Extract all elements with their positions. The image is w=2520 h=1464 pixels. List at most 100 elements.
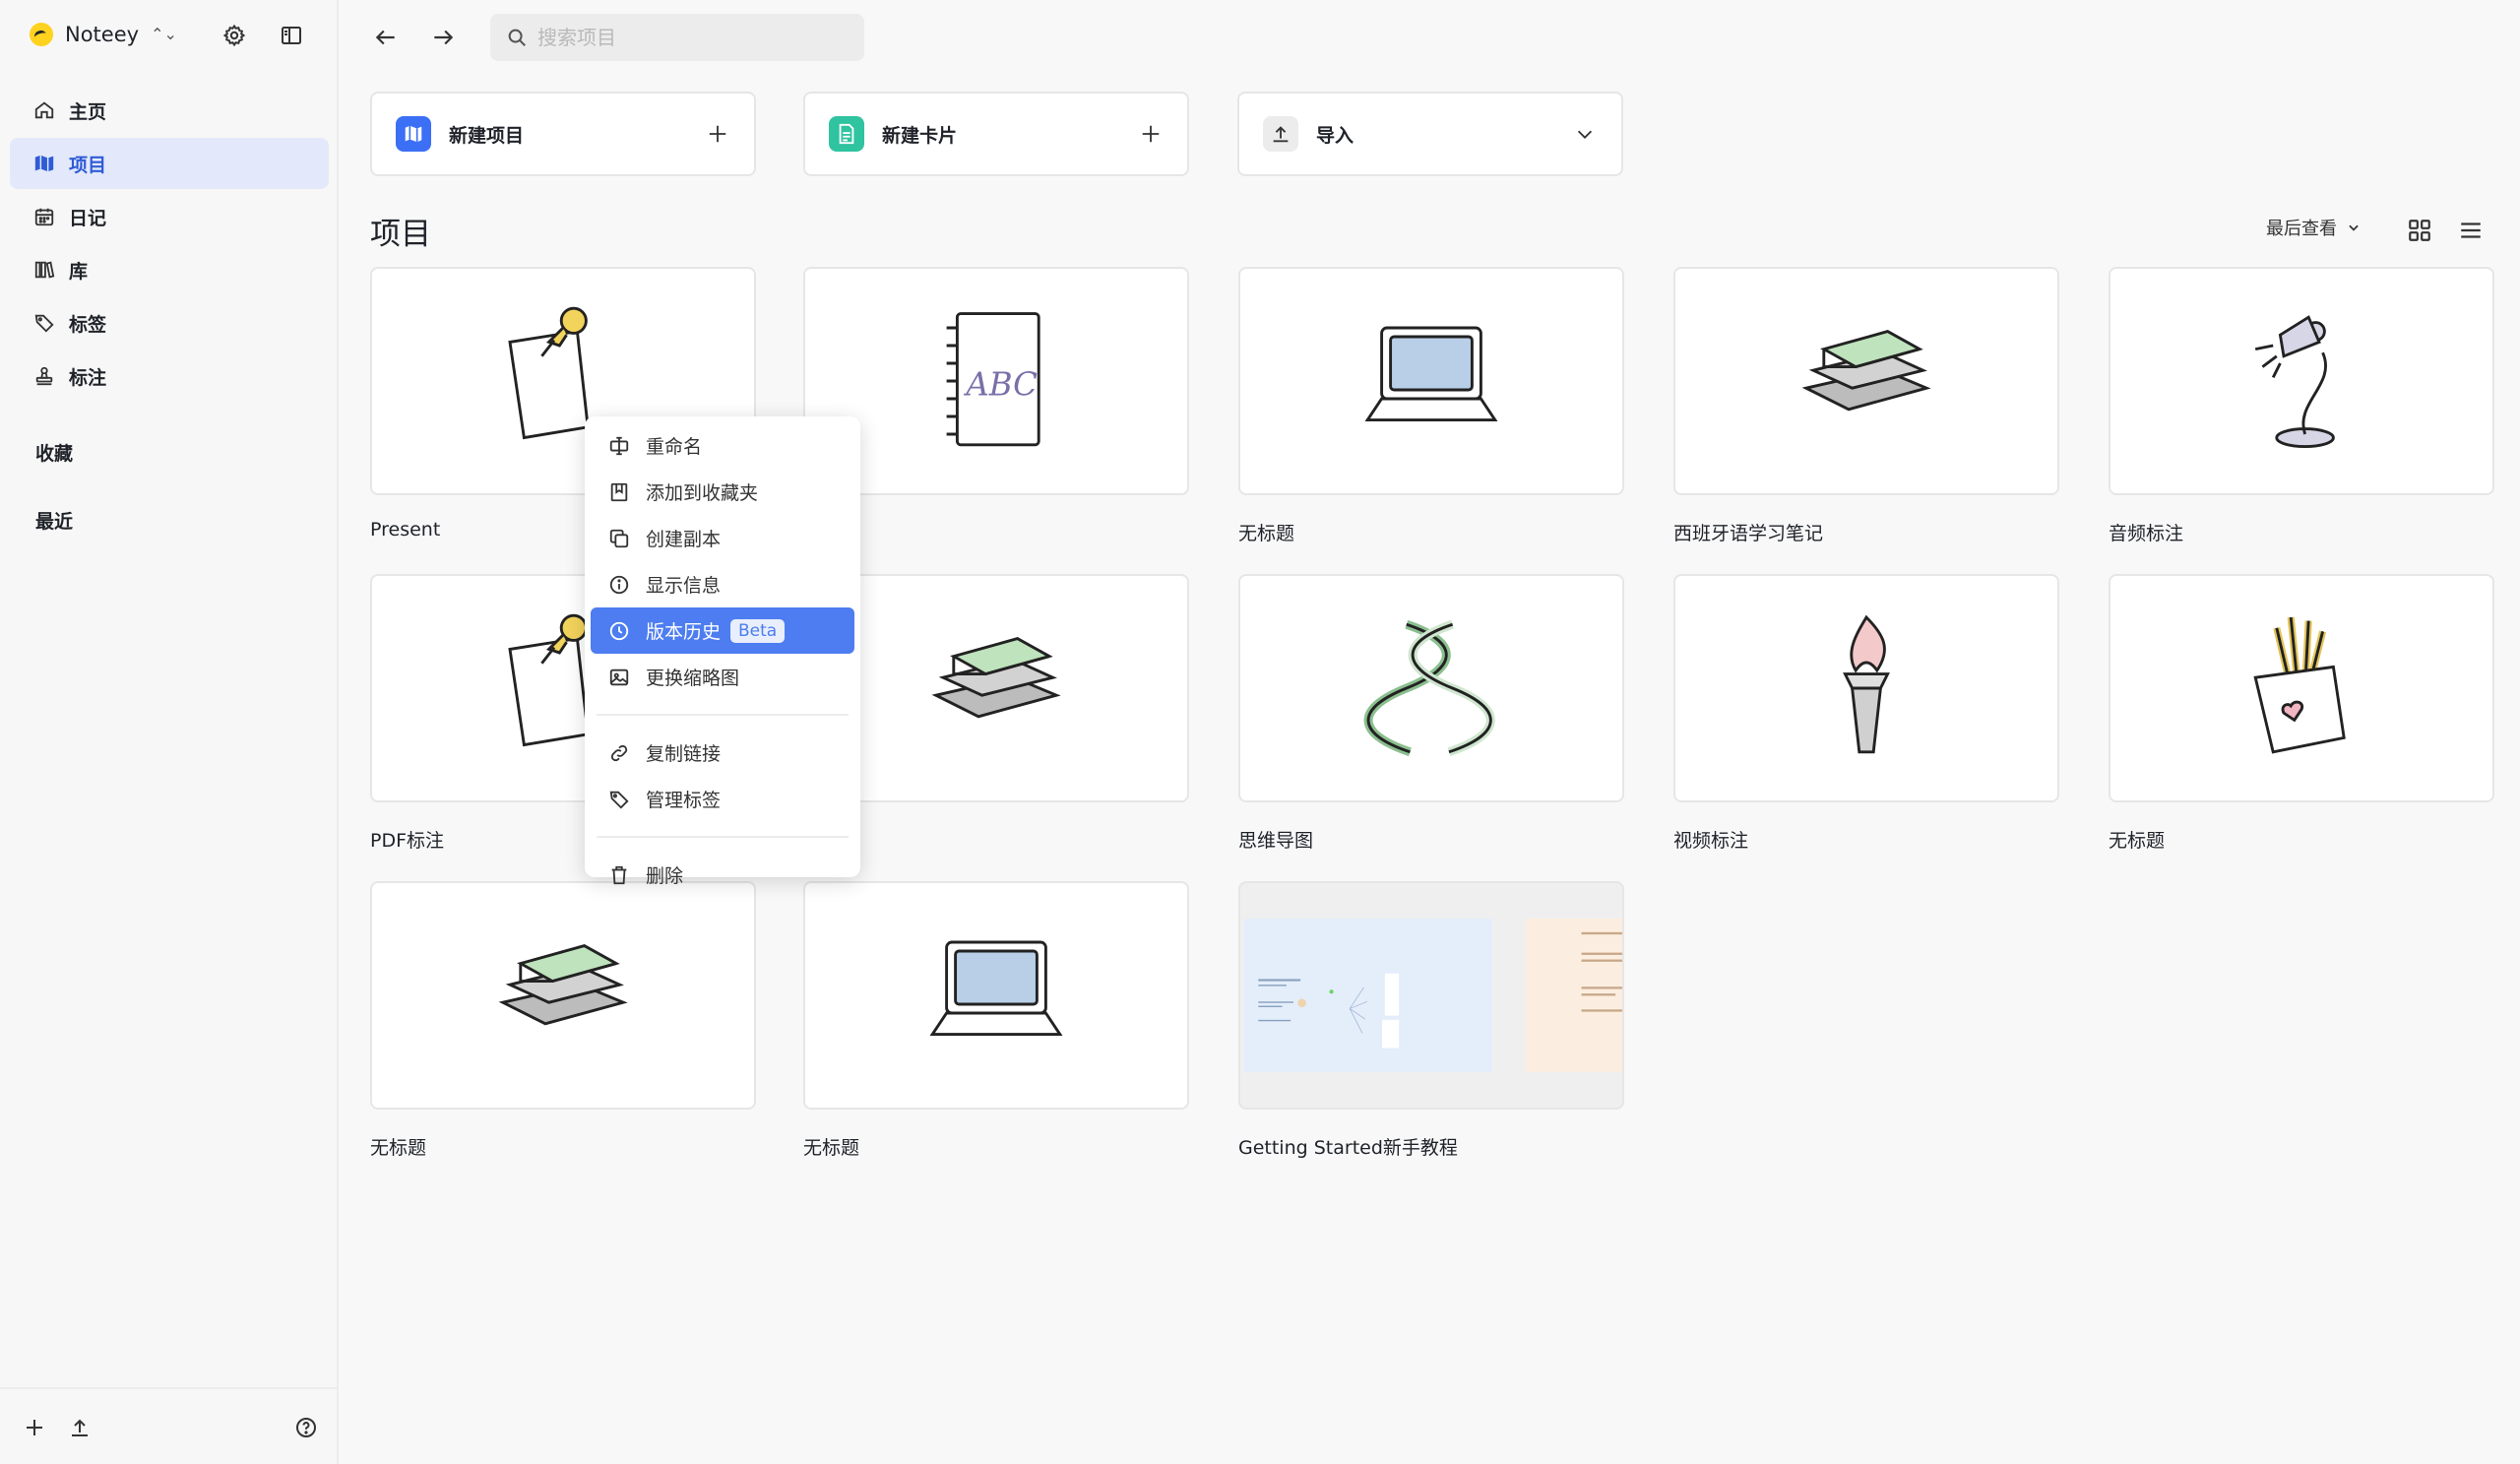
new-project-button[interactable]: 新建项目 (370, 92, 756, 176)
project-card[interactable]: 无标题 (1238, 267, 1624, 545)
menu-item-duplicate[interactable]: 创建副本 (591, 515, 854, 561)
workspace-switcher[interactable]: Noteey ⌃⌄ (30, 18, 177, 51)
menu-item-add-to-favorites[interactable]: 添加到收藏夹 (591, 469, 854, 515)
chevron-down-icon (2349, 224, 2359, 231)
project-card[interactable]: 思维导图 (1238, 574, 1624, 853)
arrow-left-icon (375, 30, 395, 45)
forward-button[interactable] (425, 20, 461, 55)
add-button[interactable] (20, 1413, 49, 1442)
grid-icon (2409, 220, 2430, 241)
project-thumbnail[interactable] (370, 881, 756, 1110)
list-view-button[interactable] (2455, 215, 2487, 246)
menu-item-label: 版本历史 (646, 621, 722, 643)
canvas-preview-left (1244, 919, 1492, 1072)
menu-item-label: 删除 (646, 865, 684, 887)
settings-button[interactable] (219, 20, 250, 51)
project-thumbnail[interactable] (1673, 267, 2059, 495)
menu-item-copy-link[interactable]: 复制链接 (591, 730, 854, 776)
project-thumbnail[interactable] (2109, 574, 2494, 802)
beta-badge: Beta (730, 618, 786, 643)
menu-item-version-history[interactable]: 版本历史 Beta (591, 607, 854, 654)
project-thumbnail[interactable]: ABC (803, 267, 1189, 495)
menu-item-manage-tags[interactable]: 管理标签 (591, 776, 854, 822)
menu-divider (597, 714, 849, 716)
sidebar-item-projects[interactable]: 项目 (10, 138, 329, 189)
project-thumbnail[interactable] (1673, 574, 2059, 802)
canvas-preview-right (1526, 919, 1622, 1072)
menu-item-change-thumbnail[interactable]: 更换缩略图 (591, 654, 854, 700)
project-card[interactable]: Getting Started新手教程 (1238, 881, 1624, 1160)
books-icon (931, 637, 1061, 719)
noteey-logo-icon (30, 23, 53, 46)
plus-icon (27, 1420, 42, 1435)
sidebar-item-home[interactable]: 主页 (10, 85, 329, 136)
library-icon (34, 261, 55, 279)
project-thumbnail[interactable] (1238, 574, 1624, 802)
plus-icon (705, 121, 730, 147)
project-card[interactable]: 无标题 (2109, 574, 2494, 853)
home-icon (34, 101, 54, 119)
project-card[interactable] (803, 574, 1189, 826)
menu-item-label: 更换缩略图 (646, 668, 740, 689)
menu-item-rename[interactable]: 重命名 (591, 422, 854, 469)
chevron-down-icon (1572, 121, 1598, 147)
sidebar: Noteey ⌃⌄ 主页 项目 日记 库 标签 标注 收藏 最近 (0, 0, 339, 1464)
sort-label: 最后查看 (2266, 219, 2337, 239)
sort-dropdown[interactable]: 最后查看 (2266, 215, 2361, 240)
back-button[interactable] (368, 20, 404, 55)
menu-item-show-info[interactable]: 显示信息 (591, 561, 854, 607)
project-name: 西班牙语学习笔记 (1673, 523, 1824, 544)
project-name: 无标题 (1238, 523, 1295, 544)
sidebar-item-journal[interactable]: 日记 (10, 191, 329, 242)
sidebar-item-tags[interactable]: 标签 (10, 297, 329, 349)
link-icon (610, 744, 628, 761)
help-button[interactable] (291, 1413, 321, 1442)
project-thumbnail[interactable] (1238, 881, 1624, 1110)
sidebar-item-library[interactable]: 库 (10, 244, 329, 295)
abc-notebook-icon: ABC (946, 312, 1040, 447)
project-card[interactable]: 西班牙语学习笔记 (1673, 267, 2059, 545)
search-input[interactable] (537, 26, 852, 49)
new-project-icon (396, 116, 431, 152)
project-name: 无标题 (370, 1137, 427, 1159)
favorites-section-label[interactable]: 收藏 (35, 439, 73, 466)
project-thumbnail[interactable] (803, 574, 1189, 802)
project-thumbnail[interactable] (1238, 267, 1624, 495)
upload-icon (1263, 116, 1298, 152)
import-button[interactable]: 导入 (1237, 92, 1623, 176)
menu-item-label: 创建副本 (646, 529, 722, 550)
gear-icon (222, 24, 246, 47)
project-name: Getting Started新手教程 (1238, 1137, 1458, 1159)
pencil-cup-icon (2253, 616, 2346, 754)
search-bar (490, 14, 864, 61)
recent-section-label[interactable]: 最近 (35, 507, 73, 534)
toggle-sidebar-button[interactable] (276, 20, 307, 51)
books-icon (1801, 330, 1931, 412)
desk-lamp-icon (2254, 315, 2335, 449)
project-thumbnail[interactable] (2109, 267, 2494, 495)
menu-item-delete[interactable]: 删除 (591, 852, 854, 898)
sidebar-footer (0, 1387, 339, 1464)
history-icon (609, 621, 629, 640)
sidebar-layout-icon (282, 27, 301, 44)
upload-button[interactable] (65, 1413, 94, 1442)
menu-item-label: 显示信息 (646, 575, 722, 597)
project-card[interactable]: ABC (803, 267, 1189, 519)
plus-icon (1138, 121, 1164, 147)
help-icon (296, 1418, 316, 1437)
sidebar-item-label: 日记 (69, 207, 107, 229)
menu-divider (597, 836, 849, 838)
sidebar-item-annotations[interactable]: 标注 (10, 350, 329, 402)
project-thumbnail[interactable] (803, 881, 1189, 1110)
import-label: 导入 (1316, 124, 1354, 147)
chevron-updown-icon: ⌃⌄ (151, 25, 177, 43)
new-project-label: 新建项目 (449, 124, 525, 147)
project-card[interactable]: 视频标注 (1673, 574, 2059, 853)
dna-icon (1363, 619, 1495, 757)
project-card[interactable]: 无标题 (370, 881, 756, 1160)
search-icon (508, 29, 526, 46)
grid-view-button[interactable] (2404, 215, 2435, 246)
project-card[interactable]: 音频标注 (2109, 267, 2494, 545)
new-card-button[interactable]: 新建卡片 (803, 92, 1189, 176)
project-card[interactable]: 无标题 (803, 881, 1189, 1160)
